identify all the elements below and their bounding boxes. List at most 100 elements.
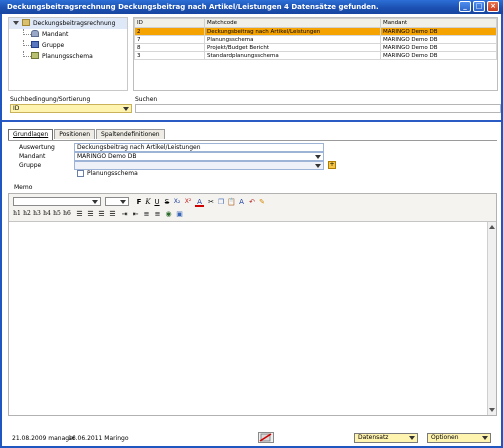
search-input[interactable] [135, 104, 501, 113]
scroll-down-icon[interactable] [489, 407, 495, 413]
group-icon [31, 41, 39, 48]
heading-3-button[interactable]: h3 [33, 209, 41, 219]
navigation-tree: Deckungsbeitragsrechnung Mandant Gruppe … [8, 17, 128, 91]
justify-icon[interactable]: ☰ [108, 209, 117, 219]
align-center-icon[interactable]: ☰ [86, 209, 95, 219]
heading-4-button[interactable]: h4 [43, 209, 51, 219]
tree-item-mandant[interactable]: Mandant [9, 29, 127, 40]
cell-matchcode: Projekt/Budget Bericht [204, 43, 381, 52]
memo-label: Memo [14, 184, 33, 191]
search-condition-label: Suchbedingung/Sortierung [10, 96, 91, 103]
font-family-select[interactable] [13, 197, 101, 206]
search-condition-value: ID [13, 105, 20, 112]
font-color-icon[interactable]: A [195, 197, 204, 207]
tab-spaltendefinitionen[interactable]: Spaltendefinitionen [96, 129, 165, 139]
tab-positionen[interactable]: Positionen [54, 129, 96, 139]
table-row[interactable]: 8 Projekt/Budget Bericht MARINGO Demo DB [134, 43, 497, 52]
cut-icon[interactable]: ✂ [207, 197, 215, 207]
heading-1-button[interactable]: h1 [13, 209, 21, 219]
underline-icon[interactable]: U [153, 197, 161, 207]
subscript-icon[interactable]: X₂ [172, 197, 182, 207]
superscript-icon[interactable]: X² [183, 197, 193, 207]
chevron-down-icon [409, 436, 415, 440]
search-label: Suchen [135, 96, 158, 103]
no-entry-icon [259, 433, 272, 442]
window-body: Deckungsbeitragsrechnung Mandant Gruppe … [0, 14, 503, 448]
column-header-mandant[interactable]: Mandant [380, 18, 497, 28]
delete-button[interactable] [258, 432, 274, 443]
tab-grundlagen[interactable]: Grundlagen [8, 129, 54, 140]
separator [2, 120, 501, 122]
column-header-matchcode[interactable]: Matchcode [204, 18, 381, 28]
heading-6-button[interactable]: h6 [63, 209, 71, 219]
mandant-select[interactable]: MARINGO Demo DB [74, 152, 324, 161]
outdent-icon[interactable]: ⇤ [131, 209, 140, 219]
undo-icon[interactable]: ↶ [248, 197, 256, 207]
chevron-down-icon [92, 200, 98, 204]
chevron-down-icon [120, 200, 126, 204]
chevron-down-icon [315, 164, 321, 168]
copy-icon[interactable]: ❐ [217, 197, 225, 207]
table-row[interactable]: 2 Deckungsbeitrag nach Artikel/Leistunge… [134, 27, 497, 36]
bullet-list-icon[interactable]: ≡ [153, 209, 162, 219]
chevron-down-icon [315, 155, 321, 159]
bold-icon[interactable]: F [135, 197, 143, 207]
datensatz-button[interactable]: Datensatz [354, 433, 418, 443]
paste-icon[interactable]: 📋 [227, 197, 236, 207]
cell-matchcode: Standardplanungsschema [204, 51, 381, 60]
maximize-button[interactable]: □ [473, 1, 485, 12]
cell-mandant: MARINGO Demo DB [380, 51, 497, 60]
add-gruppe-button[interactable]: + [328, 161, 336, 169]
folder-icon [22, 19, 30, 26]
table-row[interactable]: 7 Planungsschema MARINGO Demo DB [134, 35, 497, 44]
window-titlebar[interactable]: Deckungsbeitragsrechnung Deckungsbeitrag… [0, 0, 503, 14]
chevron-down-icon [123, 107, 129, 111]
cell-matchcode: Planungsschema [204, 35, 381, 44]
insert-image-icon[interactable]: ▣ [175, 209, 184, 219]
tree-label: Mandant [42, 31, 69, 38]
search-condition-select[interactable]: ID [10, 104, 132, 113]
memo-editor: F K U S X₂ X² A ✂ ❐ 📋 A ↶ ✎ h1 h2 h3 h4 … [8, 193, 497, 416]
optionen-label: Optionen [431, 434, 459, 441]
minimize-button[interactable]: _ [459, 1, 471, 12]
cell-id: 3 [134, 51, 205, 60]
close-button[interactable]: × [487, 1, 499, 12]
tree-item-planungsschema[interactable]: Planungsschema [9, 51, 127, 62]
insert-link-icon[interactable]: ◉ [164, 209, 173, 219]
cell-id: 8 [134, 43, 205, 52]
status-bar: 21.08.2009 manager 16.06.2011 Maringo Da… [2, 432, 501, 446]
column-header-id[interactable]: ID [134, 18, 205, 28]
tab-bar: Grundlagen Positionen Spaltendefinitione… [8, 129, 165, 140]
scroll-up-icon[interactable] [489, 224, 495, 230]
italic-icon[interactable]: K [144, 197, 152, 207]
highlight-icon[interactable]: ✎ [258, 197, 266, 207]
numbered-list-icon[interactable]: ≡ [142, 209, 151, 219]
records-table: ID Matchcode Mandant 2 Deckungsbeitrag n… [133, 17, 498, 91]
indent-icon[interactable]: ⇥ [120, 209, 129, 219]
planungsschema-checkbox[interactable] [77, 170, 84, 177]
cell-mandant: MARINGO Demo DB [380, 35, 497, 44]
window-title: Deckungsbeitragsrechnung Deckungsbeitrag… [7, 3, 379, 11]
cell-mandant: MARINGO Demo DB [380, 43, 497, 52]
table-row[interactable]: 3 Standardplanungsschema MARINGO Demo DB [134, 51, 497, 60]
font-size-select[interactable] [105, 197, 129, 206]
align-left-icon[interactable]: ☰ [75, 209, 84, 219]
auswertung-label: Auswertung [19, 144, 55, 151]
spellcheck-icon[interactable]: A [237, 197, 246, 207]
datensatz-label: Datensatz [358, 434, 389, 441]
gruppe-label: Gruppe [19, 162, 42, 169]
heading-5-button[interactable]: h5 [53, 209, 61, 219]
editor-toolbar: F K U S X₂ X² A ✂ ❐ 📋 A ↶ ✎ h1 h2 h3 h4 … [9, 194, 496, 222]
planungsschema-label: Planungsschema [87, 170, 138, 177]
expand-arrow-icon[interactable] [13, 21, 19, 25]
tree-item-gruppe[interactable]: Gruppe [9, 40, 127, 51]
auswertung-field[interactable]: Deckungsbeitrag nach Artikel/Leistungen [74, 143, 324, 152]
editor-scrollbar[interactable] [487, 222, 496, 415]
optionen-button[interactable]: Optionen [427, 433, 491, 443]
strikethrough-icon[interactable]: S [163, 197, 171, 207]
document-icon [31, 52, 39, 59]
tree-item-root[interactable]: Deckungsbeitragsrechnung [9, 18, 127, 29]
heading-2-button[interactable]: h2 [23, 209, 31, 219]
align-right-icon[interactable]: ☰ [97, 209, 106, 219]
gruppe-select[interactable] [74, 161, 324, 170]
